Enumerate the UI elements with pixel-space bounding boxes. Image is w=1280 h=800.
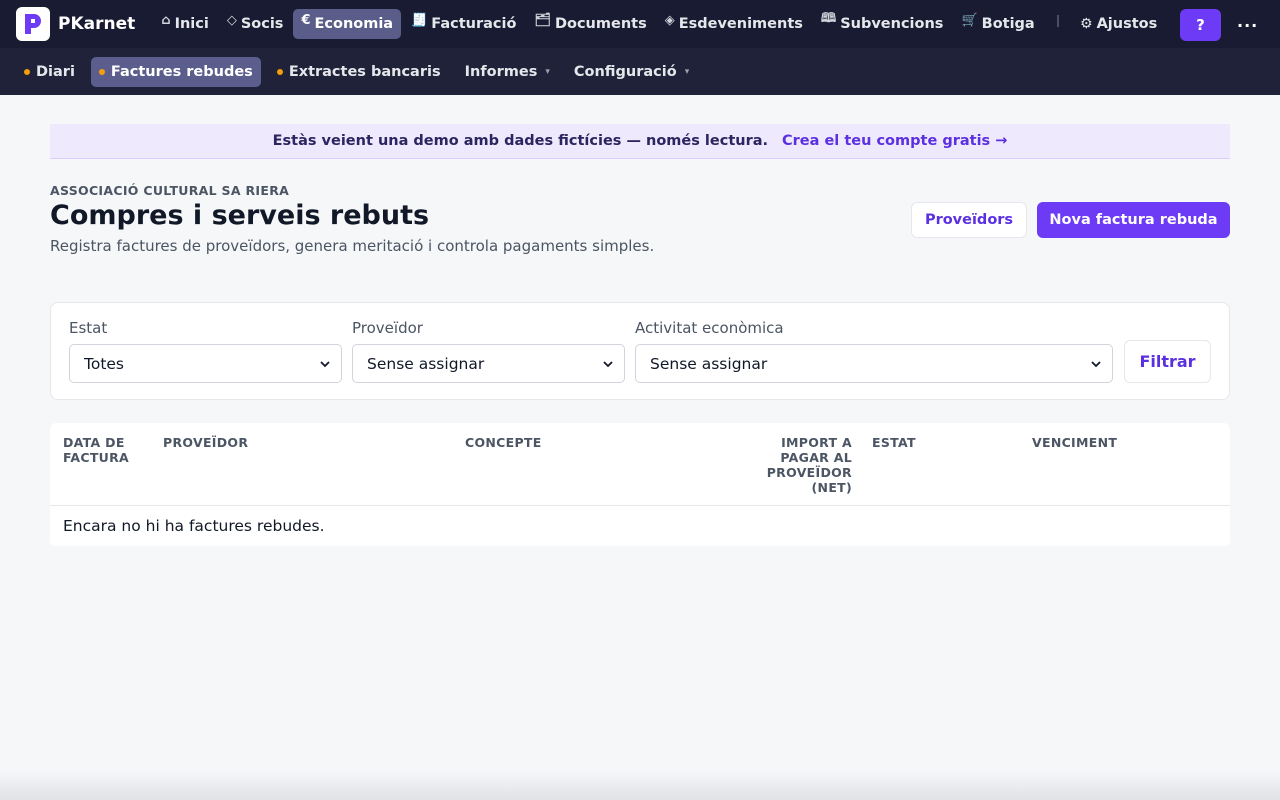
book-icon: 🕮 [820,11,837,26]
create-account-link[interactable]: Crea el teu compte gratis → [782,133,1007,149]
nav-item-subvencions[interactable]: 🕮 Subvencions [813,9,952,39]
chevron-down-icon: ▾ [684,66,690,77]
column-header-amount[interactable]: IMPORT A PAGAR AL PROVEÏDOR (NET) [762,435,852,495]
subnav-item-factures-rebudes[interactable]: Factures rebudes [90,56,261,87]
column-header-due-date[interactable]: VENCIMENT [1032,435,1172,450]
table-header-divider [50,505,1230,506]
subnav-item-label: Extractes bancaris [288,63,441,80]
column-header-date[interactable]: DATA DE FACTURA [63,435,143,465]
brand-name: PKarnet [58,14,136,34]
nav-item-label: Subvencions [840,16,944,32]
status-filter-value: Totes [84,354,125,373]
nav-item-label: Inici [174,16,209,32]
subnav-item-informes[interactable]: Informes ▾ [457,57,558,87]
help-button[interactable]: ? [1180,9,1221,41]
more-menu-button[interactable]: ... [1237,12,1258,31]
nav-item-socis[interactable]: ◇ Socis [219,9,292,39]
chevron-down-icon [320,360,330,367]
chevron-down-icon: ▾ [545,66,550,77]
nav-item-label: Ajustos [1096,16,1158,32]
sparkle-diamond-icon: ◈ [664,12,675,28]
subnav-item-label: Diari [36,63,75,80]
diamond-icon: ◇ [226,12,237,28]
filter-button[interactable]: Filtrar [1124,340,1211,383]
new-received-invoice-button[interactable]: Nova factura rebuda [1037,202,1230,238]
suppliers-button[interactable]: Proveïdors [911,202,1027,238]
gear-icon: ⚙ [1080,16,1093,32]
demo-banner-text: Estàs veient una demo amb dades fictície… [272,133,769,149]
pkarnet-logo-icon [16,7,50,41]
chevron-down-icon [1091,360,1101,367]
nav-item-ajustos[interactable]: ⚙ Ajustos [1072,9,1165,39]
subnav-item-diari[interactable]: Diari [16,57,83,87]
column-header-status[interactable]: ESTAT [872,435,992,450]
subnav-item-label: Factures rebudes [110,63,253,80]
page-subtitle: Registra factures de proveïdors, genera … [50,237,655,255]
filter-panel: Estat Totes Proveïdor Sense assignar Act… [50,302,1230,400]
nav-item-economia[interactable]: € Economia [293,9,402,39]
column-header-supplier[interactable]: PROVEÏDOR [163,435,363,450]
activity-filter-select[interactable]: Sense assignar [635,344,1113,383]
status-dot-icon [98,68,105,75]
subnav-item-label: Configuració [573,63,677,80]
supplier-filter-value: Sense assignar [367,354,485,373]
status-filter-select[interactable]: Totes [69,344,342,383]
supplier-filter-select[interactable]: Sense assignar [352,344,625,383]
top-navigation: PKarnet ⌂ Inici ◇ Socis € Economia 🧾 Fac… [0,0,1280,48]
nav-item-label: Esdeveniments [678,16,803,32]
subnav-item-extractes-bancaris[interactable]: Extractes bancaris [269,57,449,87]
economia-subnavigation: Diari Factures rebudes Extractes bancari… [0,48,1280,95]
demo-banner: Estàs veient una demo amb dades fictície… [50,124,1230,159]
nav-item-botiga[interactable]: 🛒 Botiga [953,9,1042,39]
received-invoices-table: DATA DE FACTURA PROVEÏDOR CONCEPTE IMPOR… [50,423,1230,546]
organization-name: ASSOCIACIÓ CULTURAL SA RIERA [50,183,290,198]
folder-icon: 🗂 [534,12,551,28]
home-icon: ⌂ [161,12,171,28]
subnav-item-configuracio[interactable]: Configuració ▾ [566,57,697,87]
nav-item-inici[interactable]: ⌂ Inici [153,9,217,39]
nav-item-facturacio[interactable]: 🧾 Facturació [403,9,524,39]
supplier-filter-label: Proveïdor [352,319,423,337]
status-dot-icon [276,68,283,75]
subnav-item-label: Informes [464,63,538,80]
empty-state-message: Encara no hi ha factures rebudes. [63,517,325,535]
bottom-fade [0,770,1280,800]
nav-item-label: Botiga [981,16,1035,32]
activity-filter-value: Sense assignar [650,354,768,373]
receipt-icon: 🧾 [411,12,428,28]
cart-icon: 🛒 [961,12,978,28]
nav-item-label: Documents [554,16,647,32]
nav-divider [1056,15,1059,27]
nav-item-label: Economia [314,16,394,32]
status-dot-icon [24,68,30,75]
status-filter-label: Estat [69,319,108,337]
brand[interactable]: PKarnet [16,7,135,41]
nav-item-esdeveniments[interactable]: ◈ Esdeveniments [657,9,811,39]
activity-filter-label: Activitat econòmica [635,319,784,337]
page-title: Compres i serveis rebuts [50,200,430,231]
nav-item-label: Facturació [431,16,517,32]
nav-item-documents[interactable]: 🗂 Documents [526,9,654,39]
euro-icon: € [301,12,311,28]
chevron-down-icon [603,360,613,367]
column-header-concept[interactable]: CONCEPTE [465,435,665,450]
nav-item-label: Socis [240,16,284,32]
